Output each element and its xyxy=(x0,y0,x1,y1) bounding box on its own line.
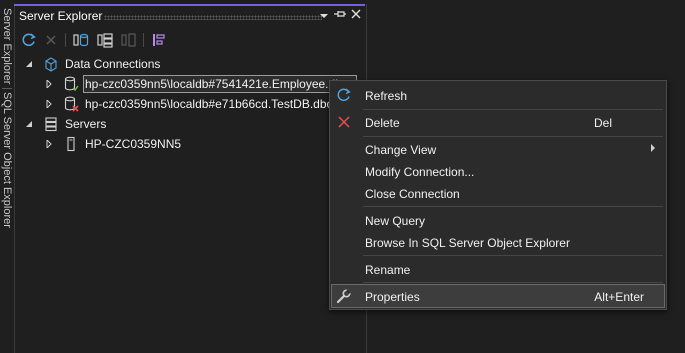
menu-shortcut: Alt+Enter xyxy=(594,290,644,304)
panel-title-bar: Server Explorer xyxy=(15,6,366,26)
tree-node-connection-testdb[interactable]: hp-czc0359nn5\localdb#e71b66cd.TestDB.db… xyxy=(15,94,366,114)
menu-item-new-query[interactable]: New Query xyxy=(332,209,664,231)
menu-item-browse-sql-object-explorer[interactable]: Browse In SQL Server Object Explorer xyxy=(332,231,664,253)
collapsed-arrow-icon[interactable] xyxy=(43,78,55,90)
menu-item-refresh[interactable]: Refresh xyxy=(332,84,664,106)
tree-node-server-hp[interactable]: HP-CZC0359NN5 xyxy=(15,134,366,154)
menu-label: Rename xyxy=(365,263,411,277)
expanded-arrow-icon[interactable] xyxy=(23,58,35,70)
menu-label: New Query xyxy=(365,214,426,228)
menu-separator xyxy=(363,206,663,207)
toolbar-separator xyxy=(143,33,144,47)
menu-label: Refresh xyxy=(365,89,408,103)
submenu-arrow-icon xyxy=(651,144,655,152)
delete-icon xyxy=(336,114,352,130)
menu-shortcut: Del xyxy=(593,116,612,130)
connect-server-icon[interactable] xyxy=(95,30,115,50)
server-explorer-panel: Server Explorer Data Connections hp-czc0… xyxy=(14,4,367,353)
panel-title: Server Explorer xyxy=(19,9,103,23)
context-menu: Refresh Delete Del Change View Modify Co… xyxy=(329,80,667,310)
tab-server-explorer[interactable]: Server Explorer xyxy=(0,8,14,84)
database-disconnected-icon xyxy=(63,96,79,112)
tree-node-servers[interactable]: Servers xyxy=(15,114,366,134)
expanded-arrow-icon[interactable] xyxy=(23,118,35,130)
refresh-icon xyxy=(336,87,352,103)
tree-label: Data Connections xyxy=(65,57,161,71)
toolbar-separator xyxy=(65,33,66,47)
menu-label: Properties xyxy=(365,290,420,304)
filter-icon[interactable] xyxy=(149,30,169,50)
chevron-down-icon[interactable] xyxy=(317,8,331,24)
menu-label: Browse In SQL Server Object Explorer xyxy=(365,236,570,250)
menu-label: Close Connection xyxy=(365,187,460,201)
data-connections-icon xyxy=(43,56,59,72)
close-icon[interactable] xyxy=(349,8,363,24)
menu-label: Change View xyxy=(365,143,437,157)
panel-toolbar xyxy=(15,28,366,52)
database-connected-icon xyxy=(63,76,79,92)
menu-label: Modify Connection... xyxy=(365,165,475,179)
menu-separator xyxy=(363,109,663,110)
panel-active-accent xyxy=(14,4,365,6)
tab-sql-server-object-explorer[interactable]: SQL Server Object Explorer xyxy=(0,92,14,228)
tree-node-connection-employee[interactable]: hp-czc0359nn5\localdb#7541421e.Employee.… xyxy=(15,74,366,94)
computer-icon xyxy=(63,136,79,152)
menu-item-modify-connection[interactable]: Modify Connection... xyxy=(332,160,664,182)
connect-database-icon[interactable] xyxy=(71,30,91,50)
tree-label: Servers xyxy=(65,117,107,131)
tree-node-data-connections[interactable]: Data Connections xyxy=(15,54,366,74)
menu-label: Delete xyxy=(365,116,400,130)
menu-item-rename[interactable]: Rename xyxy=(332,258,664,280)
tree-label: hp-czc0359nn5\localdb#e71b66cd.TestDB.db… xyxy=(85,97,334,111)
side-tab-strip: Server Explorer SQL Server Object Explor… xyxy=(0,0,14,353)
menu-item-properties[interactable]: Properties Alt+Enter xyxy=(331,284,665,308)
title-grip[interactable] xyxy=(104,15,322,20)
tree-label: HP-CZC0359NN5 xyxy=(85,137,182,151)
menu-separator xyxy=(363,282,663,283)
menu-item-delete[interactable]: Delete Del xyxy=(332,111,664,133)
collapsed-arrow-icon[interactable] xyxy=(43,98,55,110)
menu-separator xyxy=(363,136,663,137)
stop-icon xyxy=(41,30,61,50)
menu-item-change-view[interactable]: Change View xyxy=(332,138,664,160)
refresh-icon[interactable] xyxy=(19,30,39,50)
side-tab-divider xyxy=(2,88,12,89)
collapsed-arrow-icon[interactable] xyxy=(43,138,55,150)
tree-label: hp-czc0359nn5\localdb#7541421e.Employee.… xyxy=(85,77,349,91)
pin-icon[interactable] xyxy=(333,8,347,24)
add-sharepoint-icon xyxy=(119,30,139,50)
menu-separator xyxy=(363,255,663,256)
servers-icon xyxy=(43,116,59,132)
wrench-icon xyxy=(336,288,352,304)
menu-item-close-connection[interactable]: Close Connection xyxy=(332,182,664,204)
